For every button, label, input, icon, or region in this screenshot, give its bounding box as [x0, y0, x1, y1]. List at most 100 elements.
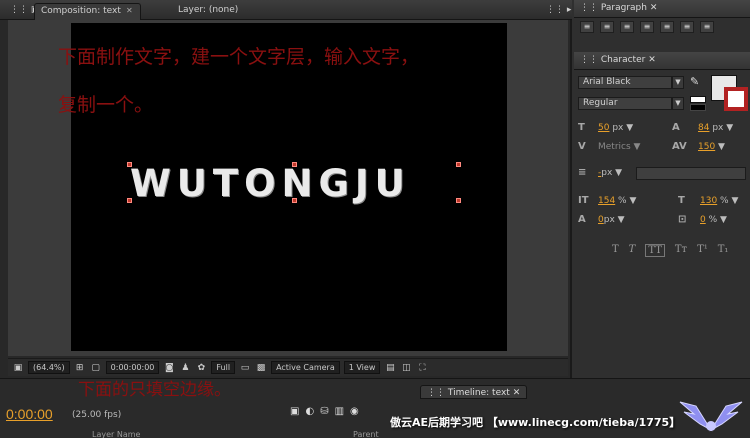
- stroke-order-dropdown[interactable]: [636, 167, 746, 180]
- tsume-value[interactable]: 0: [700, 215, 706, 225]
- font-family-dropdown[interactable]: Arial Black: [578, 76, 672, 89]
- leading-unit: px: [712, 123, 724, 133]
- justify-last-center-icon[interactable]: ≡: [660, 21, 674, 33]
- subscript-icon[interactable]: T₁: [718, 244, 729, 257]
- channel-icon[interactable]: ✿: [195, 362, 207, 374]
- small-caps-icon[interactable]: Tт: [675, 244, 687, 257]
- tab-layer-label: Layer: (none): [178, 5, 239, 15]
- font-size-field[interactable]: 50 px ▼: [598, 123, 633, 133]
- white-swatch[interactable]: [690, 96, 706, 103]
- horizontal-scale-field[interactable]: 130 % ▼: [700, 196, 738, 206]
- chevron-down-icon[interactable]: ▼: [672, 97, 684, 110]
- frame-blending-icon[interactable]: ◉: [350, 406, 359, 417]
- tracking-icon: AV: [672, 141, 687, 152]
- hide-shy-icon[interactable]: ▥: [335, 406, 344, 417]
- align-left-icon[interactable]: ≡: [580, 21, 594, 33]
- flowchart-icon[interactable]: ⛶: [416, 362, 428, 374]
- region-icon[interactable]: ▭: [239, 362, 251, 374]
- justify-all-icon[interactable]: ≡: [700, 21, 714, 33]
- snapshot-icon[interactable]: ◙: [163, 362, 175, 374]
- resolution-dropdown[interactable]: Full: [211, 361, 236, 374]
- paragraph-title: Paragraph: [600, 3, 647, 13]
- watermark-text: 傲云AE后期学习吧 【www.linecg.com/tieba/1775】: [390, 416, 681, 429]
- vertical-scale-field[interactable]: 154 % ▼: [598, 196, 636, 206]
- tab-timeline[interactable]: ⋮⋮ Timeline: text ✕: [420, 385, 528, 399]
- tracking-value[interactable]: 150: [698, 142, 715, 152]
- font-size-value[interactable]: 50: [598, 123, 609, 133]
- font-style-dropdown[interactable]: Regular: [578, 97, 672, 110]
- baseline-shift-unit: px: [603, 215, 615, 225]
- leading-field[interactable]: 84 px ▼: [698, 123, 733, 133]
- transparency-grid-icon[interactable]: ▩: [255, 362, 267, 374]
- close-icon[interactable]: ✕: [648, 55, 656, 65]
- panel-options-icon[interactable]: ⋮⋮ ▸: [540, 3, 577, 20]
- viewer-toolbar: ▣ (64.4%) ⊞ ▢ 0:00:00:00 ◙ ♟ ✿ Full ▭ ▩ …: [8, 358, 568, 376]
- grid-icon[interactable]: ⊞: [74, 362, 86, 374]
- bounding-handle[interactable]: [456, 162, 461, 167]
- tsume-icon: ⊡: [678, 214, 687, 225]
- leading-icon: A: [672, 122, 680, 133]
- bounding-handle[interactable]: [292, 198, 297, 203]
- character-panel-header[interactable]: ⋮⋮ Character ✕: [574, 52, 750, 70]
- paragraph-panel-header[interactable]: ⋮⋮ Paragraph ✕: [574, 0, 750, 18]
- layer-name-header: Layer Name Parent: [6, 430, 379, 438]
- baseline-shift-field[interactable]: 0px ▼: [598, 215, 625, 225]
- align-right-icon[interactable]: ≡: [620, 21, 634, 33]
- tutorial-note-bottom: 下面的只填空边缘。: [78, 380, 231, 400]
- tab-composition[interactable]: Composition: text ✕: [34, 3, 141, 20]
- parent-column: Parent: [353, 430, 379, 438]
- text-style-row: T T TT Tт T¹ T₁: [612, 244, 728, 257]
- superscript-icon[interactable]: T¹: [697, 244, 708, 257]
- tsume-field[interactable]: 0 % ▼: [700, 215, 727, 225]
- baseline-shift-icon: A: [578, 214, 586, 225]
- timeline-tab-label: Timeline: text: [447, 388, 510, 398]
- toggle-pixel-icon[interactable]: ▤: [384, 362, 396, 374]
- show-snapshot-icon[interactable]: ♟: [179, 362, 191, 374]
- leading-value[interactable]: 84: [698, 123, 709, 133]
- right-panels: ⋮⋮ Paragraph ✕ ≡ ≡ ≡ ≡ ≡ ≡ ≡ ⋮⋮ Characte…: [574, 0, 750, 378]
- bounding-handle[interactable]: [127, 162, 132, 167]
- viewer-timecode[interactable]: 0:00:00:00: [105, 361, 160, 374]
- reset-exposure-icon[interactable]: ◫: [400, 362, 412, 374]
- close-icon[interactable]: ✕: [650, 3, 658, 13]
- timeline-fps: (25.00 fps): [72, 410, 122, 420]
- horizontal-scale-value[interactable]: 130: [700, 196, 717, 206]
- eyedropper-icon[interactable]: ✎: [690, 75, 699, 88]
- draft-3d-icon[interactable]: ⛁: [320, 406, 328, 417]
- zoom-dropdown[interactable]: (64.4%): [28, 361, 70, 374]
- black-swatch[interactable]: [690, 104, 706, 111]
- close-icon[interactable]: ✕: [125, 6, 134, 15]
- vertical-scale-value[interactable]: 154: [598, 196, 615, 206]
- kerning-field[interactable]: Metrics ▼: [598, 142, 640, 152]
- bounding-handle[interactable]: [456, 198, 461, 203]
- view-layout-dropdown[interactable]: 1 View: [343, 361, 381, 374]
- tab-layer[interactable]: Layer: (none): [172, 3, 244, 20]
- stroke-color-swatch[interactable]: [724, 87, 748, 111]
- faux-italic-icon[interactable]: T: [629, 244, 636, 257]
- always-preview-icon[interactable]: ▣: [12, 362, 24, 374]
- character-title: Character: [600, 55, 646, 65]
- font-size-unit: px: [612, 123, 624, 133]
- justify-last-right-icon[interactable]: ≡: [680, 21, 694, 33]
- kerning-value[interactable]: Metrics: [598, 142, 631, 152]
- comp-mini-flowchart-icon[interactable]: ▣: [290, 406, 299, 417]
- align-center-icon[interactable]: ≡: [600, 21, 614, 33]
- bounding-handle[interactable]: [127, 198, 132, 203]
- stroke-width-field[interactable]: -px ▼: [598, 168, 622, 178]
- layer-name-column: Layer Name: [92, 430, 141, 438]
- timeline-timecode[interactable]: 0:00:00: [6, 406, 53, 422]
- chevron-down-icon[interactable]: ▼: [672, 76, 684, 89]
- all-caps-icon[interactable]: TT: [645, 244, 665, 257]
- tutorial-note-line1: 下面制作文字，建一个文字层，输入文字，: [58, 46, 420, 68]
- bounding-handle[interactable]: [292, 162, 297, 167]
- stroke-width-icon: ≡: [578, 167, 587, 178]
- justify-last-left-icon[interactable]: ≡: [640, 21, 654, 33]
- camera-dropdown[interactable]: Active Camera: [271, 361, 340, 374]
- stroke-width-unit: px: [601, 168, 613, 178]
- faux-bold-icon[interactable]: T: [612, 244, 619, 257]
- mask-icon[interactable]: ▢: [90, 362, 102, 374]
- live-update-icon[interactable]: ◐: [305, 406, 314, 417]
- close-icon[interactable]: ✕: [513, 388, 521, 398]
- tab-composition-label: Composition: text: [41, 6, 121, 16]
- tracking-field[interactable]: 150 ▼: [698, 142, 725, 152]
